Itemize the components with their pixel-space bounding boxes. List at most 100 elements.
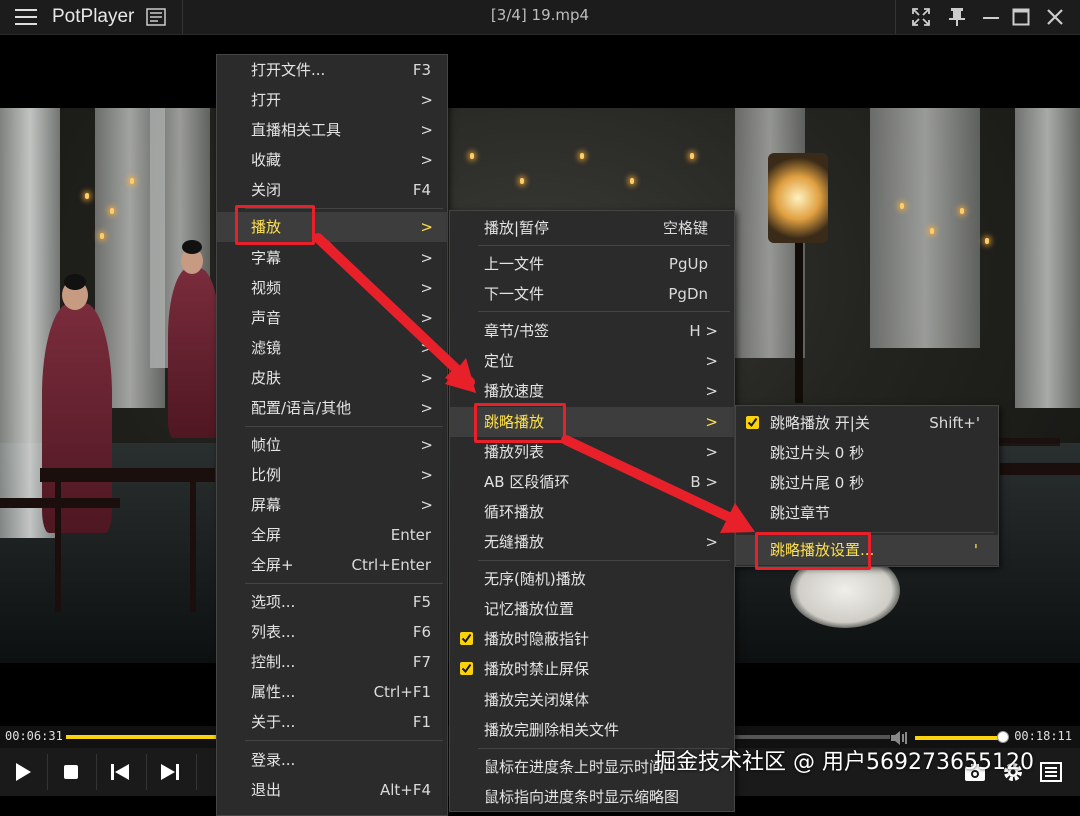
menu-item-previous-file[interactable]: 上一文件 PgUp bbox=[450, 249, 734, 279]
menu-item-ratio[interactable]: 比例 > bbox=[217, 460, 447, 490]
menu-item-label: 皮肤 bbox=[251, 369, 282, 387]
person-hair bbox=[64, 274, 86, 290]
menu-item-label: 全屏+ bbox=[251, 556, 294, 574]
menu-item-remember-position[interactable]: 记忆播放位置 bbox=[450, 594, 734, 624]
seek-bar-remaining[interactable] bbox=[730, 735, 890, 739]
menu-item-video[interactable]: 视频 > bbox=[217, 273, 447, 303]
menu-item-skip-toggle[interactable]: 跳略播放 开|关 Shift+' bbox=[736, 408, 998, 438]
menu-item-skip-chapter[interactable]: 跳过章节 bbox=[736, 498, 998, 528]
menu-item-list[interactable]: 列表... F6 bbox=[217, 617, 447, 647]
menu-item-skip-playback[interactable]: 跳略播放 > bbox=[450, 407, 734, 437]
menu-item-playback[interactable]: 播放 > bbox=[217, 212, 447, 242]
menu-item-frame[interactable]: 帧位 > bbox=[217, 430, 447, 460]
seek-bar[interactable] bbox=[66, 735, 216, 739]
menu-item-skip-outro[interactable]: 跳过片尾 0 秒 bbox=[736, 468, 998, 498]
previous-icon[interactable] bbox=[99, 754, 141, 790]
menu-item-label: 选项... bbox=[251, 593, 296, 611]
menu-item-next-file[interactable]: 下一文件 PgDn bbox=[450, 279, 734, 309]
menu-item-label: 打开文件... bbox=[251, 61, 326, 79]
playlist-toggle-icon[interactable] bbox=[142, 0, 170, 34]
hamburger-menu-icon[interactable] bbox=[8, 0, 44, 34]
menu-item-screen[interactable]: 屏幕 > bbox=[217, 490, 447, 520]
menu-item-label: 播放完删除相关文件 bbox=[484, 721, 620, 739]
submenu-arrow: > bbox=[420, 369, 433, 387]
menu-item-skins[interactable]: 皮肤 > bbox=[217, 363, 447, 393]
pin-on-top-icon[interactable] bbox=[942, 0, 972, 34]
menu-item-play-pause[interactable]: 播放|暂停 空格键 bbox=[450, 213, 734, 243]
menu-item-label: 收藏 bbox=[251, 151, 282, 169]
menu-item-label: 鼠标指向进度条时显示缩略图 bbox=[484, 788, 680, 806]
menu-item-label: 下一文件 bbox=[484, 285, 545, 303]
menu-item-label: 播放时禁止屏保 bbox=[484, 660, 590, 678]
menu-item-shortcut: PgDn bbox=[668, 285, 708, 303]
menu-item-fullscreen[interactable]: 全屏 Enter bbox=[217, 520, 447, 550]
menu-item-seek[interactable]: 定位 > bbox=[450, 346, 734, 376]
menu-separator bbox=[245, 583, 443, 584]
candle-light bbox=[110, 208, 114, 214]
menu-item-options[interactable]: 选项... F5 bbox=[217, 587, 447, 617]
menu-item-favorites[interactable]: 收藏 > bbox=[217, 145, 447, 175]
menu-item-label: 播放完关闭媒体 bbox=[484, 691, 590, 709]
menu-item-shortcut: F1 bbox=[412, 713, 431, 731]
menu-item-chapters-bookmarks[interactable]: 章节/书签 H > bbox=[450, 316, 734, 346]
menu-item-gapless-playback[interactable]: 无缝播放 > bbox=[450, 527, 734, 557]
fullscreen-icon[interactable] bbox=[906, 0, 936, 34]
menu-item-label: 列表... bbox=[251, 623, 296, 641]
menu-item-config-language[interactable]: 配置/语言/其他 > bbox=[217, 393, 447, 423]
submenu-arrow: > bbox=[420, 249, 433, 267]
play-icon[interactable] bbox=[2, 754, 44, 790]
close-icon[interactable] bbox=[1040, 0, 1070, 34]
menu-item-loop-playback[interactable]: 循环播放 bbox=[450, 497, 734, 527]
candle-light bbox=[960, 208, 964, 214]
menu-item-skip-intro[interactable]: 跳过片头 0 秒 bbox=[736, 438, 998, 468]
volume-slider[interactable] bbox=[915, 736, 1003, 740]
candle-light bbox=[85, 193, 89, 199]
menu-item-delete-after[interactable]: 播放完删除相关文件 bbox=[450, 715, 734, 745]
menu-item-properties[interactable]: 属性... Ctrl+F1 bbox=[217, 677, 447, 707]
menu-item-playlist[interactable]: 播放列表 > bbox=[450, 437, 734, 467]
skip-playback-submenu: 跳略播放 开|关 Shift+' 跳过片头 0 秒 跳过片尾 0 秒 跳过章节 跳… bbox=[735, 405, 999, 567]
maximize-icon[interactable] bbox=[1006, 0, 1036, 34]
menu-item-close[interactable]: 关闭 F4 bbox=[217, 175, 447, 205]
menu-item-label: 登录... bbox=[251, 751, 296, 769]
menu-separator bbox=[245, 426, 443, 427]
menu-item-shuffle[interactable]: 无序(随机)播放 bbox=[450, 564, 734, 594]
table bbox=[40, 468, 215, 482]
menu-item-hide-cursor[interactable]: 播放时隐蔽指针 bbox=[450, 624, 734, 654]
menu-item-open[interactable]: 打开 > bbox=[217, 85, 447, 115]
menu-item-label: 帧位 bbox=[251, 436, 282, 454]
menu-item-shortcut: B > bbox=[690, 473, 718, 491]
menu-item-subtitles[interactable]: 字幕 > bbox=[217, 243, 447, 273]
menu-item-skip-settings[interactable]: 跳略播放设置... ' bbox=[736, 535, 998, 565]
menu-item-playback-speed[interactable]: 播放速度 > bbox=[450, 376, 734, 406]
stop-icon[interactable] bbox=[50, 754, 92, 790]
menu-item-hover-thumbnail[interactable]: 鼠标指向进度条时显示缩略图 bbox=[450, 782, 734, 812]
menu-item-label: 跳过章节 bbox=[770, 504, 831, 522]
menu-item-shortcut: Shift+' bbox=[929, 414, 980, 432]
submenu-arrow: > bbox=[420, 279, 433, 297]
menu-item-open-file[interactable]: 打开文件... F3 bbox=[217, 55, 447, 85]
menu-item-fullscreen-plus[interactable]: 全屏+ Ctrl+Enter bbox=[217, 550, 447, 580]
menu-item-label: 上一文件 bbox=[484, 255, 545, 273]
menu-separator bbox=[478, 311, 730, 312]
menu-item-label: 全屏 bbox=[251, 526, 282, 544]
menu-item-disable-screensaver[interactable]: 播放时禁止屏保 bbox=[450, 654, 734, 684]
volume-knob[interactable] bbox=[997, 731, 1009, 743]
menu-item-filters[interactable]: 滤镜 > bbox=[217, 333, 447, 363]
menu-item-label: 视频 bbox=[251, 279, 282, 297]
curtain bbox=[1015, 108, 1080, 408]
menu-item-label: 鼠标在进度条上时显示时间 bbox=[484, 758, 665, 776]
menu-item-live-tools[interactable]: 直播相关工具 > bbox=[217, 115, 447, 145]
menu-item-close-media-after[interactable]: 播放完关闭媒体 bbox=[450, 685, 734, 715]
menu-item-about[interactable]: 关于... F1 bbox=[217, 707, 447, 737]
playlist-icon[interactable] bbox=[1034, 754, 1068, 790]
menu-item-login[interactable]: 登录... bbox=[217, 745, 447, 775]
watermark: 掘金技术社区 @ 用户569273655120 bbox=[654, 750, 1034, 775]
menu-item-shortcut: ' bbox=[973, 541, 978, 559]
menu-item-audio[interactable]: 声音 > bbox=[217, 303, 447, 333]
menu-item-ab-loop[interactable]: AB 区段循环 B > bbox=[450, 467, 734, 497]
menu-item-exit[interactable]: 退出 Alt+F4 bbox=[217, 775, 447, 805]
menu-item-control[interactable]: 控制... F7 bbox=[217, 647, 447, 677]
minimize-icon[interactable] bbox=[976, 0, 1006, 34]
next-icon[interactable] bbox=[149, 754, 191, 790]
